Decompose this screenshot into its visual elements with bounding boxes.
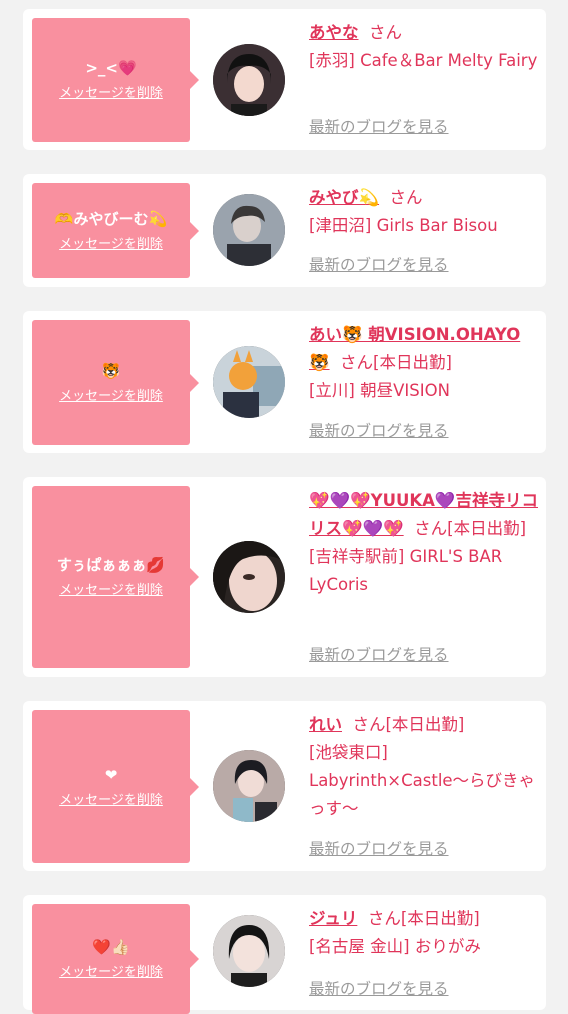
avatar[interactable]	[213, 44, 285, 116]
message-card: すぅぱぁぁぁ💋 メッセージを削除 💖💜💖YUUKA💜吉祥寺リコリス💖💜💖 さん[…	[23, 477, 546, 677]
avatar-icon	[213, 194, 285, 266]
shop-label: [津田沼] Girls Bar Bisou	[309, 216, 498, 235]
message-bubble: 🐯 メッセージを削除	[32, 320, 199, 445]
message-bubble: すぅぱぁぁぁ💋 メッセージを削除	[32, 486, 199, 668]
latest-blog-link[interactable]: 最新のブログを見る	[309, 839, 449, 859]
member-name-link[interactable]: あやな	[309, 23, 359, 42]
latest-blog-link[interactable]: 最新のブログを見る	[309, 117, 449, 137]
member-info: あい🐯 朝VISION.OHAYO🐯 さん[本日出勤] [立川] 朝昼VISIO…	[309, 321, 541, 405]
status-badge: [本日出勤]	[373, 353, 452, 372]
member-info: れい さん[本日出勤] [池袋東口] Labyrinth×Castle〜らびきゃ…	[309, 711, 541, 823]
avatar[interactable]	[213, 915, 285, 987]
shop-label: [名古屋 金山] おりがみ	[309, 937, 481, 956]
honorific: さん	[389, 188, 423, 207]
delete-message-link[interactable]: メッセージを削除	[59, 388, 163, 406]
message-bubble: ❤ メッセージを削除	[32, 710, 199, 863]
latest-blog-link[interactable]: 最新のブログを見る	[309, 255, 449, 275]
delete-message-link[interactable]: メッセージを削除	[59, 792, 163, 810]
status-badge: [本日出勤]	[447, 519, 527, 538]
shop-label: [立川] 朝昼VISION	[309, 381, 450, 400]
message-card: ❤️👍🏻 メッセージを削除 ジュリ さん[本日出勤] [名古屋 金山] おりがみ…	[23, 895, 546, 1014]
status-badge: [本日出勤]	[385, 715, 465, 734]
avatar-icon	[213, 44, 285, 116]
latest-blog-link[interactable]: 最新のブログを見る	[309, 421, 449, 441]
status-badge: [本日出勤]	[400, 909, 480, 928]
honorific: さん	[340, 353, 374, 372]
message-text: すぅぱぁぁぁ💋	[56, 556, 166, 574]
member-info: 💖💜💖YUUKA💜吉祥寺リコリス💖💜💖 さん[本日出勤] [吉祥寺駅前] GIR…	[309, 487, 541, 599]
member-name-link[interactable]: れい	[309, 715, 342, 734]
member-name-link[interactable]: みやび💫	[309, 188, 379, 207]
honorific: さん	[414, 519, 448, 538]
avatar-icon	[213, 750, 285, 822]
latest-blog-link[interactable]: 最新のブログを見る	[309, 979, 449, 999]
message-list: >_<💗 メッセージを削除 あやな さん [赤羽] Cafe＆Bar Melty…	[0, 0, 568, 1014]
delete-message-link[interactable]: メッセージを削除	[59, 964, 163, 982]
shop-label: [赤羽] Cafe＆Bar Melty Fairy	[309, 51, 538, 70]
message-text: ❤	[104, 765, 118, 784]
member-info: みやび💫 さん [津田沼] Girls Bar Bisou	[309, 184, 541, 240]
avatar[interactable]	[213, 194, 285, 266]
message-text: ❤️👍🏻	[92, 938, 130, 956]
avatar-icon	[213, 346, 285, 418]
message-card: 🐯 メッセージを削除 あい🐯 朝VISION.OHAYO🐯 さん[本日出勤] […	[23, 311, 546, 453]
message-text: 🫶みやびーむ💫	[54, 209, 168, 228]
message-bubble: ❤️👍🏻 メッセージを削除	[32, 904, 199, 1014]
avatar-icon	[213, 541, 285, 613]
message-bubble: 🫶みやびーむ💫 メッセージを削除	[32, 183, 199, 278]
message-text: 🐯	[101, 361, 121, 380]
avatar[interactable]	[213, 541, 285, 613]
honorific: さん	[369, 23, 402, 42]
message-card: >_<💗 メッセージを削除 あやな さん [赤羽] Cafe＆Bar Melty…	[23, 9, 546, 150]
message-bubble: >_<💗 メッセージを削除	[32, 18, 199, 142]
delete-message-link[interactable]: メッセージを削除	[59, 582, 163, 600]
delete-message-link[interactable]: メッセージを削除	[59, 236, 163, 254]
delete-message-link[interactable]: メッセージを削除	[59, 85, 163, 103]
message-card: ❤ メッセージを削除 れい さん[本日出勤] [池袋東口] Labyrinth×…	[23, 701, 546, 871]
shop-label: [吉祥寺駅前] GIRL'S BAR LyCoris	[309, 547, 503, 594]
message-text: >_<💗	[85, 59, 137, 77]
avatar[interactable]	[213, 346, 285, 418]
shop-label: [池袋東口] Labyrinth×Castle〜らびきゃっす〜	[309, 743, 536, 818]
honorific: さん	[367, 909, 401, 928]
member-info: ジュリ さん[本日出勤] [名古屋 金山] おりがみ	[309, 905, 541, 961]
latest-blog-link[interactable]: 最新のブログを見る	[309, 645, 449, 665]
member-info: あやな さん [赤羽] Cafe＆Bar Melty Fairy	[309, 19, 541, 75]
member-name-link[interactable]: ジュリ	[309, 909, 357, 928]
message-card: 🫶みやびーむ💫 メッセージを削除 みやび💫 さん [津田沼] Girls Bar…	[23, 174, 546, 287]
honorific: さん	[352, 715, 386, 734]
avatar-icon	[213, 915, 285, 987]
avatar[interactable]	[213, 750, 285, 822]
